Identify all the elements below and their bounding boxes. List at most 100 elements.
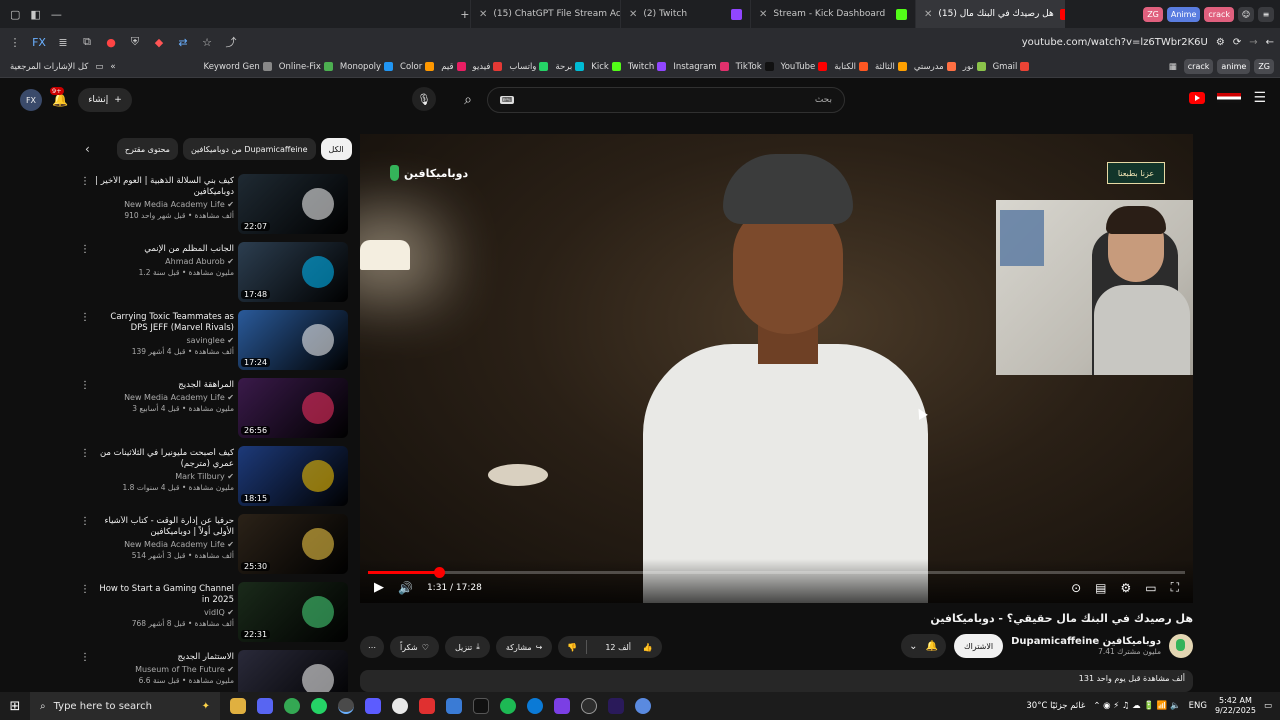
recommendation-channel[interactable]: savinglee ✔ [94, 335, 235, 346]
recommendation-title[interactable]: المراهقة الجديج [94, 380, 234, 391]
subscribed-bell-button[interactable]: ⌄ 🔔 [901, 634, 946, 658]
page-settings-icon[interactable]: ⚙ [1216, 37, 1225, 48]
bookmark-crack[interactable]: crack [1183, 59, 1214, 74]
bookmark-item[interactable]: فيديو [473, 62, 503, 72]
subtitles-icon[interactable]: ▤ [1095, 581, 1106, 595]
bookmark-item[interactable]: مدرستي [914, 62, 956, 72]
close-tab-icon[interactable]: ✕ [479, 9, 487, 20]
video-player[interactable]: دوباميكافين عزنا بطبعنا ▶ 🔊 1:31 / 17:28… [360, 134, 1193, 603]
youtube-logo-icon[interactable] [1189, 92, 1206, 104]
bookmark-item[interactable]: Monopoly [340, 62, 394, 72]
chevron-left-icon[interactable]: ‹ [85, 142, 90, 156]
play-icon[interactable]: ▶ [374, 580, 384, 595]
crack-pill[interactable]: crack [1204, 6, 1234, 22]
app-icon[interactable] [635, 698, 651, 714]
translate-icon[interactable]: ⇄ [174, 33, 192, 51]
share-page-icon[interactable]: ⤴ [222, 33, 240, 51]
profile-icon[interactable]: ☺ [1238, 6, 1254, 22]
recommendation-thumbnail[interactable]: 17:48 [238, 242, 348, 302]
recommendation-title[interactable]: Carrying Toxic Teammates as DPS JEFF (Ma… [94, 312, 234, 334]
kebab-menu-icon[interactable]: ⋮ [80, 242, 90, 306]
fullscreen-icon[interactable]: ⛶ [1171, 580, 1179, 595]
adblock-icon[interactable]: ● [102, 33, 120, 51]
kebab-menu-icon[interactable]: ⋮ [80, 446, 90, 510]
shield-icon[interactable]: ⛨ [126, 33, 144, 51]
bookmark-item[interactable]: Keyword Gen [204, 62, 272, 72]
scrubber-handle[interactable] [434, 567, 446, 578]
extension-icon[interactable]: ◆ [150, 33, 168, 51]
recommendation-thumbnail[interactable]: 26:56 [238, 378, 348, 438]
close-tab-icon[interactable]: ✕ [924, 9, 932, 20]
workspace-icon[interactable]: ◧ [30, 6, 40, 22]
recommendation-channel[interactable]: vidIQ ✔ [94, 607, 234, 618]
progress-bar[interactable] [368, 567, 1185, 578]
chrome-icon[interactable] [284, 698, 300, 714]
recommendation-channel[interactable]: Mark Tilbury ✔ [94, 471, 234, 482]
like-button[interactable]: 12 ألف 👍 [587, 643, 661, 652]
obs-icon[interactable] [392, 698, 408, 714]
app-window-icon[interactable] [446, 698, 462, 714]
clock[interactable]: 5:42 AM 9/22/2025 [1215, 696, 1256, 716]
share-button[interactable]: مشاركة ↪ [495, 636, 553, 658]
omnibox[interactable]: youtube.com/watch?v=lz6TWbr2K6U ⚙ ⟳ → ← [1022, 37, 1274, 48]
theater-mode-icon[interactable]: ▭ [1145, 581, 1156, 595]
tab-youtube-active[interactable]: ✕ هل رصيدك في البنك مال (15) [915, 0, 1065, 28]
recommendation-thumbnail[interactable]: 17:24 [238, 310, 348, 370]
search-icon[interactable]: ⌕ [453, 87, 483, 113]
bookmark-item[interactable]: قيم [441, 62, 466, 72]
recommendation-channel[interactable]: New Media Academy Life ✔ [94, 199, 234, 210]
recommendation-thumbnail[interactable]: 22:31 [238, 582, 348, 642]
thanks-button[interactable]: شكراً ♡ [390, 636, 439, 658]
bookmark-folder-icon[interactable]: ▦ [1169, 62, 1177, 72]
recommendation-title[interactable]: الجانب المظلم من الإنمي [94, 244, 234, 255]
premiere-icon[interactable] [608, 698, 624, 714]
description-box[interactable]: 131 ألف مشاهدة قبل يوم واحد [360, 670, 1193, 692]
subscribe-button[interactable]: الاشتراك [953, 634, 1004, 658]
bookmark-item[interactable]: Gmail [993, 62, 1030, 72]
github-icon[interactable] [581, 698, 597, 714]
recommendation-item[interactable]: ⋮ المراهقة الجديج New Media Academy Life ✔… [80, 378, 348, 442]
url-text[interactable]: youtube.com/watch?v=lz6TWbr2K6U [1022, 37, 1208, 48]
bookmark-item[interactable]: Twitch [628, 62, 667, 72]
voice-search-icon[interactable]: 🎙 [412, 87, 436, 111]
chip-all[interactable]: الكل [320, 138, 352, 160]
download-button[interactable]: تنزيل ⤓ [444, 636, 490, 658]
recommendation-item[interactable]: ⋮ الجانب المظلم من الإنمي Ahmad Aburob ✔ 1.… [80, 242, 348, 306]
back-icon[interactable]: ← [1266, 37, 1274, 48]
settings-gear-icon[interactable]: ⚙ [1120, 581, 1131, 595]
notifications-icon[interactable]: ▭ [1264, 701, 1272, 711]
anime-pill[interactable]: Anime [1166, 6, 1201, 22]
bookmark-item[interactable]: Kick [591, 62, 621, 72]
discord-icon[interactable] [257, 698, 273, 714]
recommendation-channel[interactable]: Museum of The Future ✔ [94, 664, 234, 675]
screenshot-icon[interactable]: ⧉ [78, 33, 96, 51]
app-icon[interactable] [554, 698, 570, 714]
create-button[interactable]: إنشاء + [78, 88, 132, 112]
recommendation-thumbnail[interactable]: 22:07 [238, 174, 348, 234]
bookmark-star-icon[interactable]: ☆ [198, 33, 216, 51]
tray-icons[interactable]: ⌃ ◉ ⚡ ♫ ☁ 🔋 📶 🔈 [1093, 701, 1180, 711]
kebab-menu-icon[interactable]: ⋮ [80, 582, 90, 646]
browser-menu-icon[interactable]: ⋮ [6, 33, 24, 51]
edge-icon[interactable] [527, 698, 543, 714]
windows-start-icon[interactable]: ⊞ [0, 692, 30, 720]
reload-icon[interactable]: ⟳ [1233, 37, 1241, 48]
bookmark-zg[interactable]: ZG [1254, 59, 1274, 74]
weather-widget[interactable]: 30°C غائم جزئيًا [1026, 701, 1085, 711]
recommendation-thumbnail[interactable]: 25:30 [238, 514, 348, 574]
chrome-active-icon[interactable] [338, 698, 354, 714]
minimize-tab-icon[interactable]: — [51, 6, 62, 22]
zg-pill[interactable]: ZG [1143, 6, 1163, 22]
bookmark-item[interactable]: الكتابة [834, 62, 868, 72]
hamburger-menu-icon[interactable]: ☰ [1253, 90, 1266, 106]
volume-icon[interactable]: 🔊 [398, 581, 413, 595]
tab-twitch[interactable]: ✕ (2) Twitch [620, 0, 750, 28]
language-indicator[interactable]: ENG [1189, 701, 1207, 711]
kebab-menu-icon[interactable]: ⋮ [80, 310, 90, 374]
keyboard-icon[interactable]: ⌨ [500, 96, 515, 104]
autoplay-toggle-icon[interactable]: ⊙ [1071, 581, 1081, 595]
bookmark-item[interactable]: الثالثة [875, 62, 907, 72]
notifications-bell-icon[interactable]: 🔔 9+ [50, 86, 68, 108]
more-actions-icon[interactable]: ⋯ [360, 636, 384, 658]
tiktok-icon[interactable] [473, 698, 489, 714]
